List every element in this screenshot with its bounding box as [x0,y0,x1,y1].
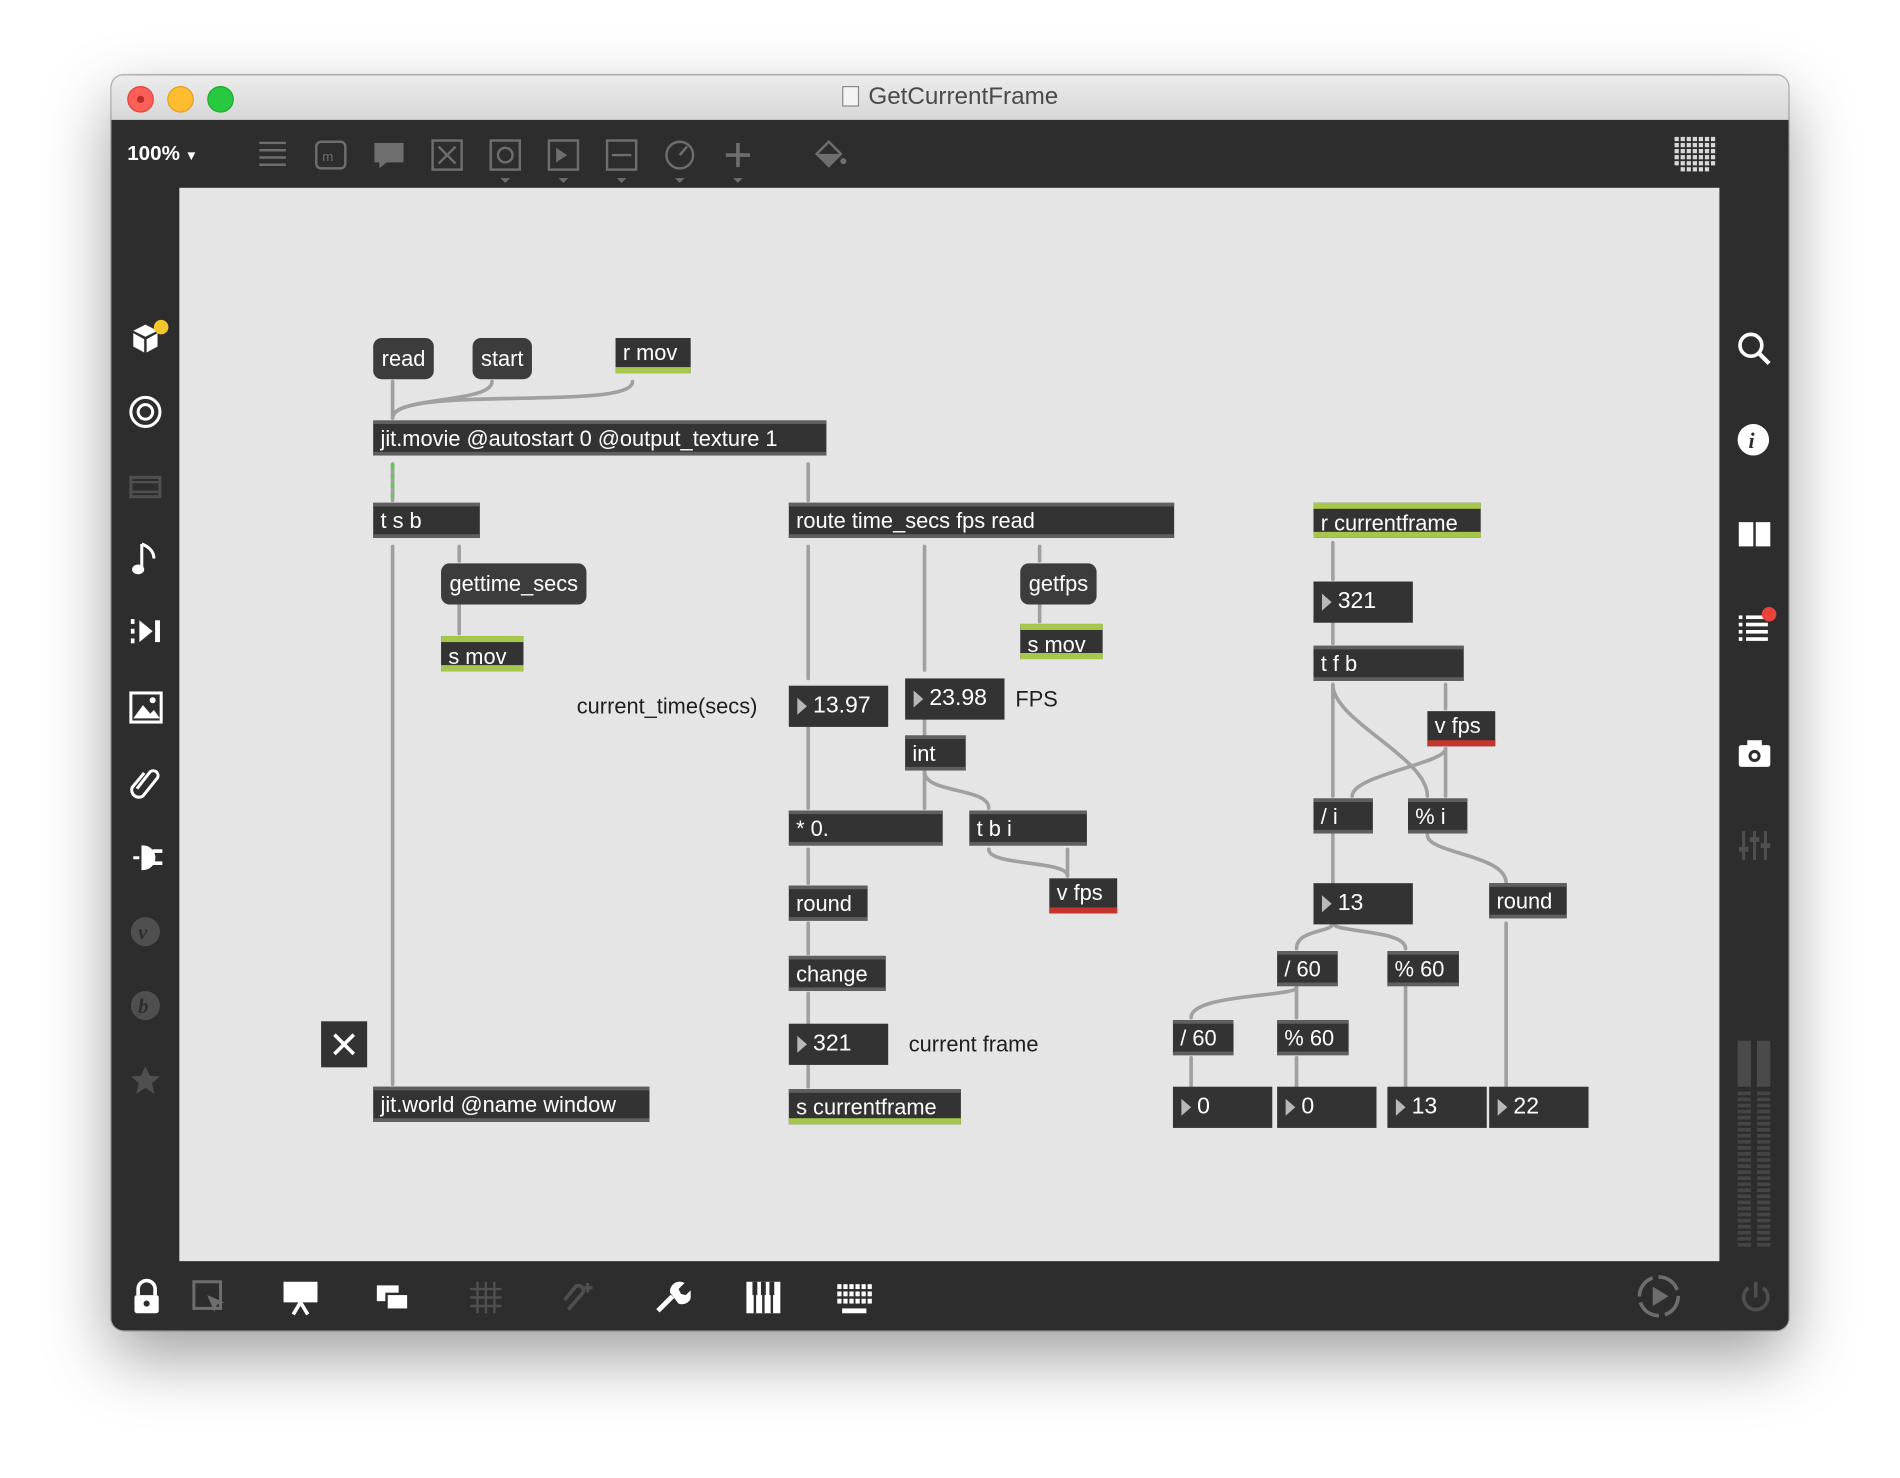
zoom-level: 100% [127,141,180,165]
number-frames[interactable]: 22 [1489,1086,1589,1128]
windows-icon[interactable] [374,1278,413,1317]
number-box-icon[interactable] [545,137,581,185]
comment-icon[interactable] [371,137,407,173]
right-sidebar: i [1719,187,1789,1262]
clip-icon[interactable] [128,764,164,800]
patcher-toolbar: 100% ▼ m [111,119,1789,188]
presentation-icon[interactable] [281,1278,320,1317]
wrench-icon[interactable] [652,1278,691,1317]
object-s-mov-left[interactable]: s mov [441,636,524,672]
video-icon[interactable] [128,472,164,501]
music-note-icon[interactable] [131,539,163,580]
object-int[interactable]: int [905,735,966,771]
image-icon[interactable] [128,689,164,725]
add-object-icon[interactable] [720,137,756,185]
comment-fps: FPS [1015,686,1058,712]
object-divide-60-a[interactable]: / 60 [1277,951,1338,987]
beat-icon[interactable]: b [128,987,164,1023]
mixer-icon[interactable] [1736,827,1772,863]
message-getfps[interactable]: getfps [1020,563,1097,605]
slider-icon[interactable] [603,137,639,185]
object-s-mov-right[interactable]: s mov [1020,623,1103,660]
object-r-mov[interactable]: r mov [615,338,691,374]
search-icon[interactable] [1736,331,1772,367]
number-13-minutes[interactable]: 13 [1313,883,1413,925]
button-icon[interactable] [487,137,523,185]
keyboard-piano-icon[interactable] [744,1278,783,1317]
toggle-fullscreen[interactable] [321,1021,368,1068]
lock-icon[interactable] [128,1278,164,1317]
title-bar: GetCurrentFrame [111,75,1789,122]
paint-bucket-icon[interactable] [809,137,848,173]
object-multiply[interactable]: * 0. [788,810,943,846]
object-route[interactable]: route time_secs fps read [788,502,1175,538]
object-v-fps-middle[interactable]: v fps [1049,878,1118,914]
document-icon [841,86,859,107]
patcher-window: GetCurrentFrame 100% ▼ m v b i read star… [111,75,1789,1331]
dial-icon[interactable] [662,137,698,185]
message-gettime-secs[interactable]: gettime_secs [441,563,587,605]
power-icon[interactable] [1736,1278,1775,1317]
number-seconds[interactable]: 13 [1387,1086,1487,1128]
package-icon[interactable] [128,319,172,360]
console-icon[interactable] [1736,606,1777,647]
number-minutes[interactable]: 0 [1277,1086,1377,1128]
vimeo-icon[interactable]: v [128,913,164,949]
object-s-currentframe[interactable]: s currentframe [788,1089,961,1125]
number-current-frame[interactable]: 321 [788,1023,889,1065]
snapshot-icon[interactable] [1736,735,1772,771]
object-jit-world[interactable]: jit.world @name window [373,1086,650,1122]
object-round-left[interactable]: round [788,885,868,921]
svg-text:i: i [1748,429,1754,453]
object-v-fps-right[interactable]: v fps [1427,711,1496,747]
svg-text:b: b [138,996,148,1018]
object-modulo-60-a[interactable]: % 60 [1387,951,1459,987]
patch-canvas[interactable]: read start r mov jit.movie @autostart 0 … [179,187,1720,1262]
star-icon[interactable] [128,1062,164,1098]
message-start[interactable]: start [472,338,532,380]
number-321-right[interactable]: 321 [1313,581,1413,623]
grid-icon[interactable] [467,1278,506,1317]
number-current-time[interactable]: 13.97 [788,685,889,727]
object-divide-i[interactable]: / i [1313,798,1373,834]
book-icon[interactable] [1736,519,1772,550]
window-title: GetCurrentFrame [868,83,1059,111]
plugin-icon[interactable] [128,840,164,876]
object-modulo-i[interactable]: % i [1407,798,1468,834]
playback-icon[interactable] [128,614,164,650]
object-t-s-b[interactable]: t s b [373,502,480,538]
object-round-right[interactable]: round [1489,883,1567,919]
bottom-toolbar [111,1261,1789,1331]
zoom-menu[interactable]: 100% ▼ [127,142,198,166]
snap-icon[interactable] [559,1278,598,1317]
grid-display-icon[interactable] [1672,134,1716,175]
comment-current-time: current_time(secs) [576,694,758,719]
object-t-b-i[interactable]: t b i [969,810,1087,846]
object-jit-movie[interactable]: jit.movie @autostart 0 @output_texture 1 [373,420,827,456]
object-change[interactable]: change [788,955,886,992]
object-r-currentframe[interactable]: r currentframe [1313,502,1481,538]
comment-current-frame: current frame [908,1032,1039,1057]
keyboard-icon[interactable] [835,1278,874,1317]
number-fps[interactable]: 23.98 [905,678,1005,720]
svg-text:m: m [322,149,333,164]
target-icon[interactable] [128,394,164,430]
level-meter [1737,1040,1771,1247]
object-modulo-60-b[interactable]: % 60 [1277,1020,1349,1056]
window-title-area: GetCurrentFrame [111,84,1788,112]
left-sidebar: v b [111,187,180,1262]
number-hours[interactable]: 0 [1172,1086,1273,1128]
chevron-down-icon: ▼ [184,149,198,164]
edit-select-icon[interactable] [190,1278,229,1317]
object-divide-60-b[interactable]: / 60 [1172,1020,1234,1056]
message-box-icon[interactable]: m [313,137,349,173]
info-icon[interactable]: i [1736,422,1772,458]
transport-play-icon[interactable] [1635,1272,1683,1320]
object-t-f-b[interactable]: t f b [1313,645,1464,681]
message-read[interactable]: read [373,338,434,380]
toggle-x-icon [333,1033,356,1056]
toggle-icon[interactable] [429,137,465,173]
svg-text:v: v [138,922,148,944]
object-list-icon[interactable] [254,137,290,173]
